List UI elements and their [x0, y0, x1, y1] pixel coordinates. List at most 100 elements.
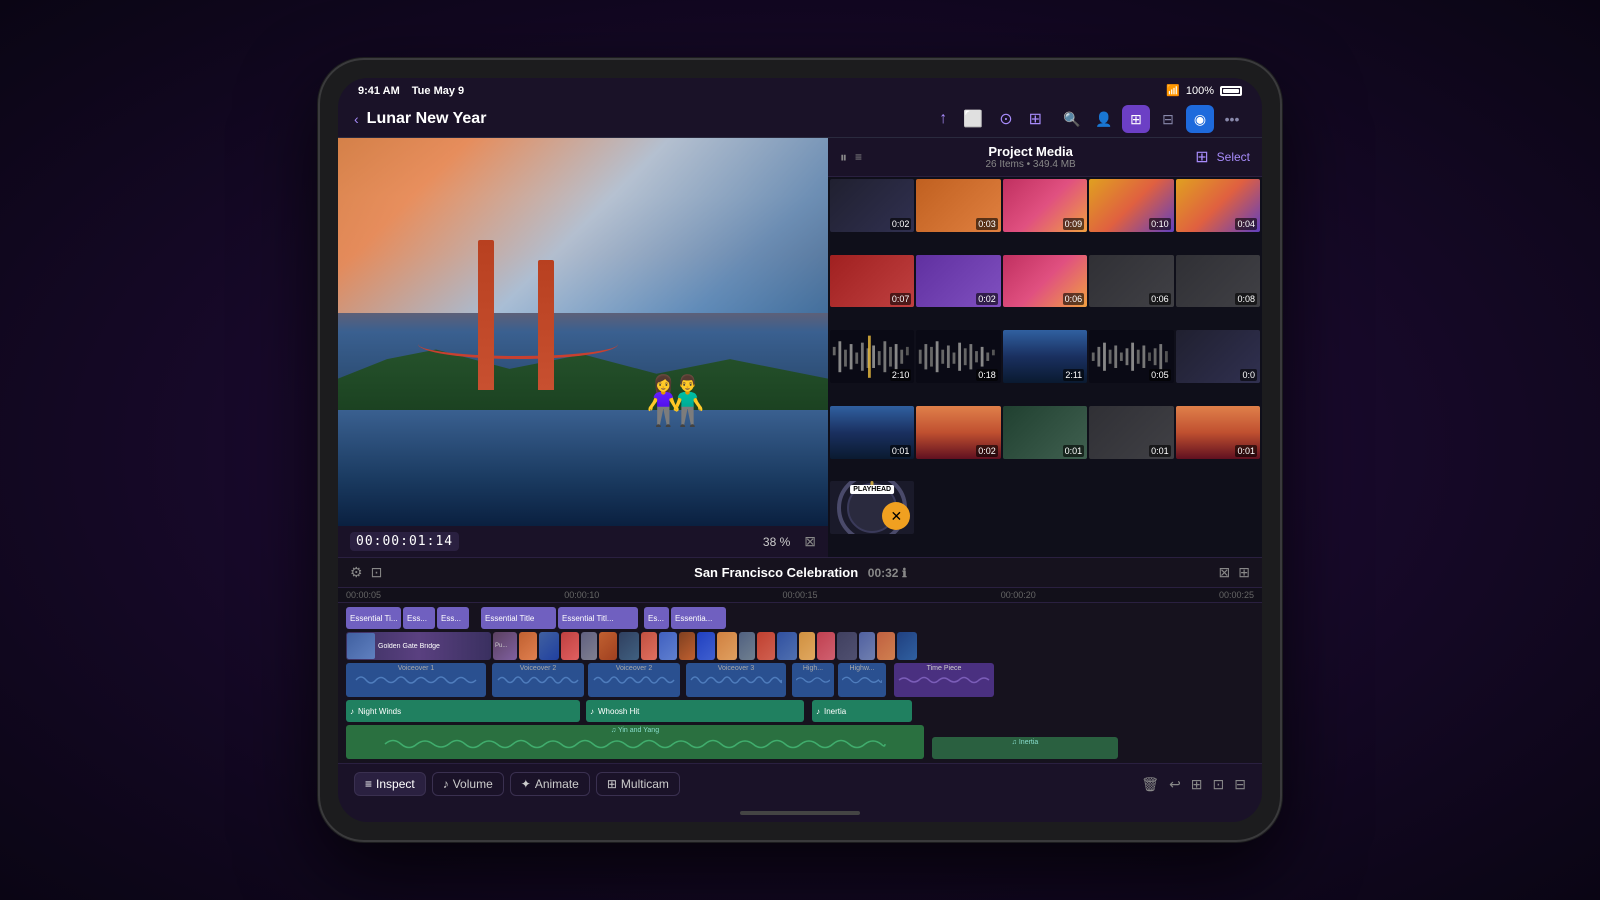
video-clip[interactable] [859, 632, 875, 660]
record-icon[interactable]: ⊙ [999, 109, 1012, 129]
media-thumb[interactable]: 0:01 [1089, 406, 1173, 459]
title-clip[interactable]: Essential Ti... [346, 607, 401, 629]
view-more-button[interactable]: ••• [1218, 105, 1246, 133]
volume-tab[interactable]: ♪ Volume [432, 772, 504, 796]
title-clip[interactable]: Essential Title [481, 607, 556, 629]
view-photos-button[interactable]: ⊞ [1122, 105, 1150, 133]
settings-icon[interactable]: ⚙ [350, 564, 363, 581]
video-clip[interactable] [837, 632, 857, 660]
video-clip[interactable] [697, 632, 715, 660]
inspect-tab[interactable]: ≡ Inspect [354, 772, 426, 796]
media-thumb[interactable]: 0:02 [830, 179, 914, 232]
video-clip[interactable] [877, 632, 895, 660]
animate-tab[interactable]: ✦ Animate [510, 772, 590, 796]
view-accent-button[interactable]: ◉ [1186, 105, 1214, 133]
video-clip[interactable] [539, 632, 559, 660]
split-icon[interactable]: ⊡ [1213, 776, 1225, 793]
sfx-clip[interactable]: ♪Inertia [812, 700, 912, 722]
sfx-clip[interactable]: ♪Night Winds [346, 700, 580, 722]
video-clip[interactable] [777, 632, 797, 660]
delete-icon[interactable]: 🗑 [1141, 776, 1159, 793]
title-clip[interactable]: Ess... [437, 607, 469, 629]
video-clip[interactable] [519, 632, 537, 660]
status-date: Tue May 9 [412, 85, 464, 97]
clip-icon[interactable]: ⊡ [371, 564, 383, 581]
view-apps-button[interactable]: ⊟ [1154, 105, 1182, 133]
media-thumb[interactable]: 0:07 [830, 255, 914, 308]
media-thumb[interactable]: 0:01 [830, 406, 914, 459]
video-clip[interactable] [799, 632, 815, 660]
video-clip[interactable] [739, 632, 755, 660]
voiceover-clip[interactable]: Voiceover 2 [588, 663, 680, 697]
camera-icon[interactable]: ⬜ [963, 109, 983, 129]
voiceover-clip[interactable]: Voiceover 2 [492, 663, 584, 697]
media-title-section: Project Media 26 Items • 349.4 MB [866, 144, 1195, 170]
undo-icon[interactable]: ↩ [1169, 776, 1181, 793]
voiceover-clip[interactable]: Highw... [838, 663, 886, 697]
video-clip[interactable] [817, 632, 835, 660]
back-button[interactable]: ‹ [354, 111, 359, 127]
view-search-button[interactable]: 🔍 [1058, 105, 1086, 133]
video-clip[interactable] [599, 632, 617, 660]
media-thumb[interactable]: 0:05 [1089, 330, 1173, 383]
media-thumb[interactable]: 0:04 [1176, 179, 1260, 232]
media-thumb[interactable]: 2:10 [830, 330, 914, 383]
video-clip[interactable] [641, 632, 657, 660]
audio-clip[interactable]: Time Piece [894, 663, 994, 697]
media-thumb[interactable]: 0:06 [1089, 255, 1173, 308]
media-thumb[interactable]: 0:02 [916, 255, 1000, 308]
zoom-icon[interactable]: ⊠ [804, 533, 816, 550]
title-clip[interactable]: Ess... [403, 607, 435, 629]
media-thumb-dial[interactable]: PLAYHEAD ✕ [830, 481, 914, 534]
video-clip[interactable] [897, 632, 917, 660]
back-chevron-icon: ‹ [354, 111, 359, 127]
video-clip[interactable] [757, 632, 775, 660]
ruler-marks: 00:00:05 00:00:10 00:00:15 00:00:20 00:0… [346, 590, 1254, 600]
sfx-clip[interactable]: ♪Whoosh Hit [586, 700, 804, 722]
voiceover-clip[interactable]: Voiceover 1 [346, 663, 486, 697]
share-icon[interactable]: ↑ [939, 110, 947, 128]
video-clip[interactable] [619, 632, 639, 660]
status-bar: 9:41 AM Tue May 9 📶 100% [338, 78, 1262, 101]
voiceover-clip[interactable]: Voiceover 3 [686, 663, 786, 697]
media-thumb[interactable]: 0:01 [1003, 406, 1087, 459]
grid-view-button[interactable]: ⊞ [1195, 147, 1208, 167]
video-clip[interactable]: Pu... [493, 632, 517, 660]
video-clip[interactable] [561, 632, 579, 660]
volume-icon: ♪ [443, 777, 449, 791]
select-button[interactable]: Select [1217, 150, 1250, 164]
media-thumb[interactable]: 0:09 [1003, 179, 1087, 232]
inspect-label: Inspect [376, 777, 415, 791]
media-thumb[interactable]: 0:03 [916, 179, 1000, 232]
media-thumb[interactable]: 2:11 [1003, 330, 1087, 383]
media-thumb[interactable]: 0:01 [1176, 406, 1260, 459]
title-clip[interactable]: Essential Titl... [558, 607, 638, 629]
view-person-button[interactable]: 👤 [1090, 105, 1118, 133]
media-thumb[interactable]: 0:10 [1089, 179, 1173, 232]
music-clip[interactable]: ♫ Yin and Yang [346, 725, 924, 759]
media-thumb[interactable]: 0:0 [1176, 330, 1260, 383]
media-thumb[interactable]: 0:02 [916, 406, 1000, 459]
more-icon[interactable]: ⊞ [1238, 564, 1250, 581]
video-clip[interactable] [717, 632, 737, 660]
main-video-clip[interactable]: Golden Gate Bridge [346, 632, 491, 660]
info-button[interactable]: ℹ [902, 566, 907, 580]
voiceover-clip[interactable]: High... [792, 663, 834, 697]
video-clip[interactable] [581, 632, 597, 660]
media-thumb[interactable]: 0:06 [1003, 255, 1087, 308]
media-thumb[interactable]: 0:08 [1176, 255, 1260, 308]
export-icon[interactable]: ⊞ [1029, 109, 1042, 129]
title-clip[interactable]: Es... [644, 607, 669, 629]
video-clip[interactable] [679, 632, 695, 660]
multicam-tab[interactable]: ⊞ Multicam [596, 772, 680, 796]
pause-button[interactable]: ⏸ [840, 149, 847, 166]
video-clip[interactable] [659, 632, 677, 660]
music-clip-inertia[interactable]: ♫ Inertia [932, 737, 1118, 759]
status-time: 9:41 AM [358, 85, 400, 97]
close-dial-button[interactable]: ✕ [882, 502, 910, 530]
media-thumb[interactable]: 0:18 [916, 330, 1000, 383]
title-clip[interactable]: Essentia... [671, 607, 726, 629]
more-tools-icon[interactable]: ⊟ [1234, 776, 1246, 793]
layout-icon[interactable]: ⊞ [1191, 776, 1203, 793]
adjust-icon[interactable]: ⊠ [1219, 564, 1231, 581]
